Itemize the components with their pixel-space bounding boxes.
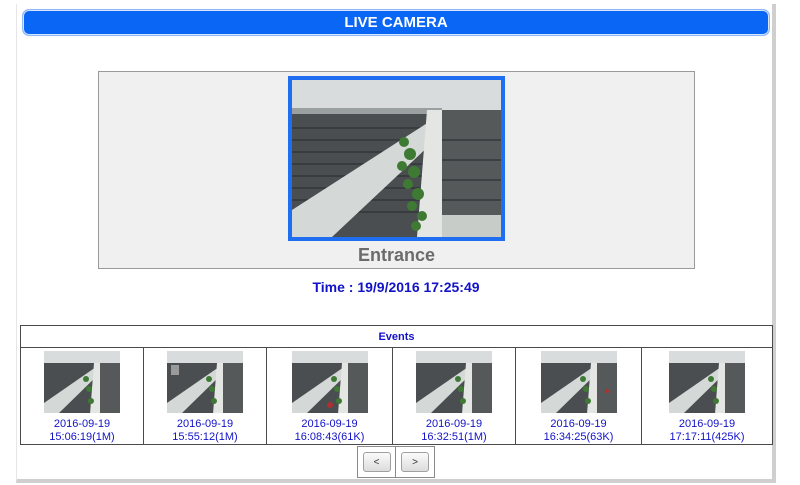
event-time: 17:17:11(425K)	[669, 431, 745, 443]
event-thumbnail[interactable]	[44, 351, 120, 413]
event-time: 16:08:43(61K)	[294, 431, 365, 443]
pager: < >	[357, 446, 435, 478]
event-date: 2016-09-19	[301, 418, 358, 430]
event-thumbnail[interactable]	[669, 351, 745, 413]
event-date: 2016-09-19	[53, 418, 111, 430]
prev-page-button[interactable]: <	[362, 452, 391, 472]
event-time: 15:06:19(1M)	[49, 431, 115, 443]
events-title: Events	[21, 326, 772, 348]
pager-next-cell: >	[396, 447, 434, 477]
event-thumbnail[interactable]	[416, 351, 492, 413]
event-date: 2016-09-19	[176, 418, 234, 430]
events-row: 2016-09-19 15:06:19(1M) 2016-09-19 15:55…	[21, 348, 772, 444]
event-item[interactable]: 2016-09-19 16:08:43(61K)	[267, 348, 393, 444]
event-thumbnail[interactable]	[167, 351, 243, 413]
event-item[interactable]: 2016-09-19 16:34:25(63K)	[516, 348, 642, 444]
live-camera-image[interactable]	[288, 76, 505, 241]
next-page-button[interactable]: >	[401, 452, 429, 472]
page-title: LIVE CAMERA	[22, 9, 770, 36]
event-date: 2016-09-19	[425, 418, 483, 430]
event-item[interactable]: 2016-09-19 15:55:12(1M)	[144, 348, 267, 444]
camera-panel: Entrance	[98, 71, 695, 269]
event-item[interactable]: 2016-09-19 17:17:11(425K)	[642, 348, 772, 444]
events-table: Events 2016-09-19 15:06:19(1M) 2016-09-1…	[20, 325, 773, 445]
camera-name: Entrance	[357, 245, 436, 265]
event-time: 15:55:12(1M)	[172, 431, 238, 443]
event-time: 16:32:51(1M)	[421, 431, 487, 443]
event-time: 16:34:25(63K)	[543, 431, 614, 443]
event-date: 2016-09-19	[550, 418, 607, 430]
event-thumbnail[interactable]	[291, 351, 368, 413]
event-date: 2016-09-19	[678, 418, 736, 430]
event-item[interactable]: 2016-09-19 15:06:19(1M)	[21, 348, 144, 444]
event-thumbnail[interactable]	[540, 351, 617, 413]
pager-prev-cell: <	[358, 447, 396, 477]
event-item[interactable]: 2016-09-19 16:32:51(1M)	[393, 348, 516, 444]
timestamp: Time : 19/9/2016 17:25:49	[312, 279, 480, 295]
